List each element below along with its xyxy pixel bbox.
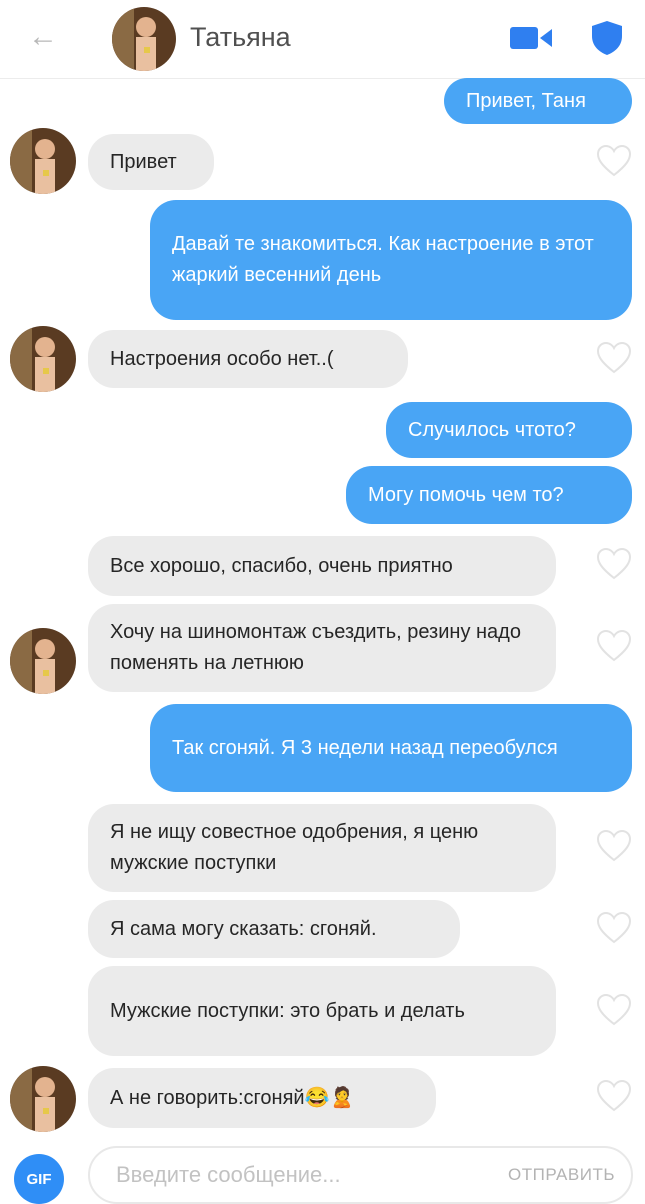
message-composer: GIF Введите сообщение... ОТПРАВИТЬ [0, 1136, 645, 1204]
avatar[interactable] [10, 326, 76, 392]
gif-button[interactable]: GIF [14, 1154, 64, 1204]
heart-icon[interactable] [596, 912, 632, 944]
message-bubble-incoming[interactable]: Все хорошо, спасибо, очень приятно [88, 536, 556, 596]
avatar[interactable] [10, 1066, 76, 1132]
arrow-left-icon[interactable]: ← [28, 22, 58, 52]
message-bubble-incoming[interactable]: А не говорить:сгоняй😂🙎 [88, 1068, 436, 1128]
message-input-placeholder: Введите сообщение... [116, 1162, 341, 1187]
chat-header: ← Татьяна [0, 0, 645, 79]
message-bubble-incoming[interactable]: Я сама могу сказать: сгоняй. [88, 900, 460, 958]
heart-icon[interactable] [596, 342, 632, 374]
heart-icon[interactable] [596, 830, 632, 862]
send-button[interactable]: ОТПРАВИТЬ [508, 1165, 615, 1185]
message-bubble-outgoing[interactable]: Так сгоняй. Я 3 недели назад переобулся [150, 704, 632, 792]
contact-name[interactable]: Татьяна [190, 22, 291, 53]
message-bubble-incoming[interactable]: Привет [88, 134, 214, 190]
message-input[interactable]: Введите сообщение... ОТПРАВИТЬ [88, 1146, 633, 1204]
message-bubble-outgoing[interactable]: Случилось чтото? [386, 402, 632, 458]
avatar[interactable] [10, 628, 76, 694]
video-camera-icon[interactable] [510, 26, 552, 50]
message-bubble-incoming[interactable]: Настроения особо нет..( [88, 330, 408, 388]
heart-icon[interactable] [596, 630, 632, 662]
message-bubble-outgoing[interactable]: Могу помочь чем то? [346, 466, 632, 524]
message-bubble-outgoing[interactable]: Давай те знакомиться. Как настроение в э… [150, 200, 632, 320]
message-bubble-incoming[interactable]: Я не ищу совестное одобрения, я ценю муж… [88, 804, 556, 892]
shield-icon[interactable] [590, 20, 624, 56]
heart-icon[interactable] [596, 548, 632, 580]
heart-icon[interactable] [596, 145, 632, 177]
message-bubble-outgoing[interactable]: Привет, Таня [444, 78, 632, 124]
message-bubble-incoming[interactable]: Хочу на шиномонтаж съездить, резину надо… [88, 604, 556, 692]
avatar[interactable] [10, 128, 76, 194]
avatar[interactable] [112, 7, 176, 71]
heart-icon[interactable] [596, 1080, 632, 1112]
heart-icon[interactable] [596, 994, 632, 1026]
message-bubble-incoming[interactable]: Мужские поступки: это брать и делать [88, 966, 556, 1056]
